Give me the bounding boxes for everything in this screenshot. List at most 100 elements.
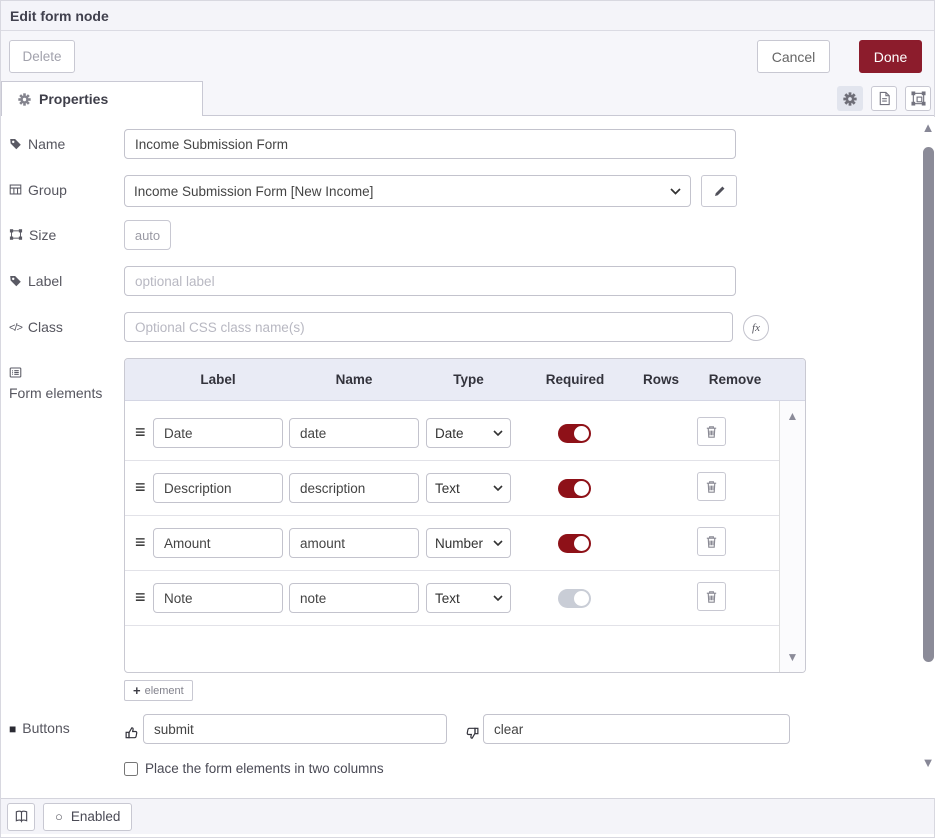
form-elements-table: Label Name Type Required Rows Remove ≡ D… bbox=[124, 358, 806, 673]
element-name-input[interactable] bbox=[289, 528, 419, 558]
group-select-wrap: Income Submission Form [New Income] bbox=[124, 175, 691, 207]
dialog-title: Edit form node bbox=[10, 8, 109, 24]
tag-icon bbox=[9, 137, 22, 150]
delete-element-button[interactable] bbox=[697, 417, 726, 446]
element-name-input[interactable] bbox=[289, 583, 419, 613]
element-label-input[interactable] bbox=[153, 528, 283, 558]
two-columns-label: Place the form elements in two columns bbox=[145, 761, 384, 776]
code-icon: </> bbox=[9, 320, 22, 337]
class-input[interactable] bbox=[124, 312, 733, 342]
status-circle-icon: ○ bbox=[55, 809, 63, 824]
element-label-input[interactable] bbox=[153, 473, 283, 503]
size-row: Size auto bbox=[9, 220, 171, 250]
scroll-down-icon[interactable]: ▼ bbox=[780, 650, 805, 664]
edit-group-button[interactable] bbox=[701, 175, 737, 207]
trash-icon bbox=[704, 589, 719, 604]
name-row: Name bbox=[9, 129, 736, 159]
form-elements-table-header: Label Name Type Required Rows Remove bbox=[125, 359, 805, 401]
element-type-select[interactable]: Text bbox=[426, 583, 511, 613]
table-row: ≡ Number bbox=[125, 516, 779, 571]
element-type-select[interactable]: Number bbox=[426, 528, 511, 558]
trash-icon bbox=[704, 534, 719, 549]
column-header-name: Name bbox=[289, 372, 419, 387]
submit-button-text-input[interactable] bbox=[143, 714, 447, 744]
gear-icon bbox=[843, 92, 857, 106]
trash-icon bbox=[704, 479, 719, 494]
drag-handle-icon[interactable]: ≡ bbox=[135, 531, 146, 553]
properties-icon-button[interactable] bbox=[837, 86, 863, 111]
class-label: </> Class bbox=[9, 312, 124, 337]
size-label: Size bbox=[9, 220, 124, 244]
name-input[interactable] bbox=[124, 129, 736, 159]
required-toggle[interactable] bbox=[558, 424, 591, 443]
buttons-label: ■ Buttons bbox=[9, 720, 124, 738]
editor-tab-bar: Properties bbox=[1, 81, 934, 116]
element-label-input[interactable] bbox=[153, 418, 283, 448]
drag-handle-icon[interactable]: ≡ bbox=[135, 586, 146, 608]
appearance-icon-button[interactable] bbox=[905, 86, 931, 111]
appearance-icon bbox=[911, 91, 926, 106]
pencil-icon bbox=[713, 185, 726, 198]
required-toggle[interactable] bbox=[558, 589, 591, 608]
scroll-up-icon[interactable]: ▲ bbox=[920, 120, 935, 135]
two-columns-checkbox[interactable] bbox=[124, 762, 138, 776]
scrollbar-thumb[interactable] bbox=[923, 147, 934, 662]
plus-icon: + bbox=[133, 683, 141, 698]
add-element-button[interactable]: + element bbox=[124, 680, 193, 701]
drag-handle-icon[interactable]: ≡ bbox=[135, 421, 146, 443]
required-toggle[interactable] bbox=[558, 534, 591, 553]
element-type-select-wrap: Text bbox=[426, 473, 511, 503]
done-button[interactable]: Done bbox=[859, 40, 922, 73]
element-label-input[interactable] bbox=[153, 583, 283, 613]
table-row: ≡ Text bbox=[125, 571, 779, 626]
delete-element-button[interactable] bbox=[697, 582, 726, 611]
tab-properties[interactable]: Properties bbox=[1, 81, 203, 116]
tag-icon bbox=[9, 274, 22, 287]
list-alt-icon bbox=[9, 366, 22, 379]
group-select[interactable]: Income Submission Form [New Income] bbox=[124, 175, 691, 207]
library-button[interactable] bbox=[7, 803, 35, 831]
clear-button-text-input[interactable] bbox=[483, 714, 790, 744]
element-name-input[interactable] bbox=[289, 418, 419, 448]
cancel-button[interactable]: Cancel bbox=[757, 40, 830, 73]
document-icon bbox=[877, 91, 892, 106]
fx-icon: fx bbox=[752, 322, 760, 334]
size-auto-button[interactable]: auto bbox=[124, 220, 171, 250]
thumbs-down-icon bbox=[464, 725, 480, 741]
object-group-icon bbox=[9, 228, 23, 241]
column-header-rows: Rows bbox=[630, 372, 692, 387]
group-label: Group bbox=[9, 175, 124, 199]
element-type-select[interactable]: Text bbox=[426, 473, 511, 503]
dialog-footer: ○ Enabled bbox=[1, 798, 934, 834]
drag-handle-icon[interactable]: ≡ bbox=[135, 476, 146, 498]
form-elements-table-body: ≡ Date ≡ Te bbox=[125, 401, 779, 672]
label-row: Label bbox=[9, 266, 736, 296]
properties-panel: Name Group Income Submission Form [New I… bbox=[1, 117, 935, 798]
label-input[interactable] bbox=[124, 266, 736, 296]
tab-icon-buttons bbox=[837, 86, 931, 111]
two-columns-option[interactable]: Place the form elements in two columns bbox=[124, 761, 384, 776]
element-type-select-wrap: Text bbox=[426, 583, 511, 613]
enabled-label: Enabled bbox=[71, 809, 121, 824]
scroll-down-icon[interactable]: ▼ bbox=[920, 755, 935, 770]
fx-expand-button[interactable]: fx bbox=[743, 315, 769, 341]
delete-button[interactable]: Delete bbox=[9, 40, 75, 73]
element-type-select-wrap: Date bbox=[426, 418, 511, 448]
table-scrollbar: ▲ ▼ bbox=[779, 401, 805, 672]
thumbs-up-icon bbox=[124, 725, 140, 741]
group-row: Group Income Submission Form [New Income… bbox=[9, 175, 737, 207]
required-toggle[interactable] bbox=[558, 479, 591, 498]
table-row: ≡ Date bbox=[125, 406, 779, 461]
table-row: ≡ Text bbox=[125, 461, 779, 516]
element-type-select[interactable]: Date bbox=[426, 418, 511, 448]
element-name-input[interactable] bbox=[289, 473, 419, 503]
delete-element-button[interactable] bbox=[697, 527, 726, 556]
enabled-toggle-button[interactable]: ○ Enabled bbox=[43, 803, 132, 831]
form-elements-label: Form elements bbox=[9, 358, 117, 402]
gear-icon bbox=[18, 93, 31, 106]
column-header-label: Label bbox=[153, 372, 283, 387]
delete-element-button[interactable] bbox=[697, 472, 726, 501]
class-row: </> Class fx bbox=[9, 312, 769, 342]
description-icon-button[interactable] bbox=[871, 86, 897, 111]
scroll-up-icon[interactable]: ▲ bbox=[780, 409, 805, 423]
